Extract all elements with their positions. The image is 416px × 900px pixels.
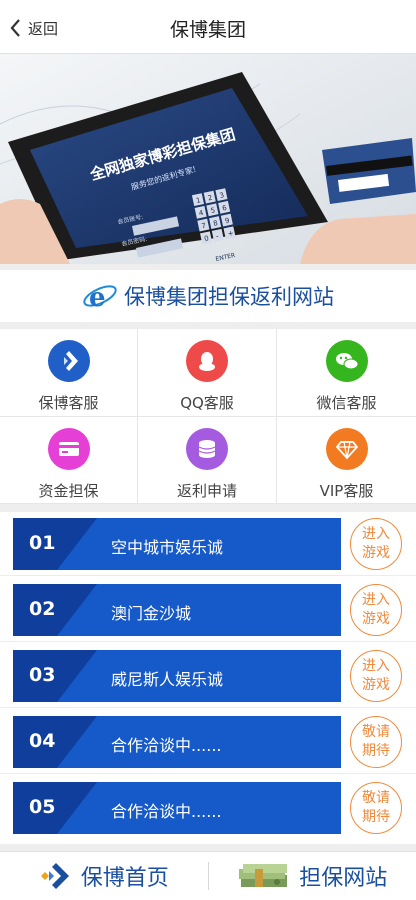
top-bar: 返回 保博集团 xyxy=(0,0,416,54)
bottom-nav: 保博首页 担保网站 xyxy=(0,851,416,900)
service-item[interactable]: 资金担保 xyxy=(0,417,138,504)
site-name: 威尼斯人娱乐诚 xyxy=(111,670,224,689)
site-link[interactable]: 05 合作洽谈中...... xyxy=(13,782,341,834)
site-link[interactable]: 01 空中城市娱乐诚 xyxy=(13,518,341,570)
list-item: 05 合作洽谈中...... 敬请期待 xyxy=(0,776,416,840)
service-icon-circle xyxy=(47,340,90,382)
service-icon-circle xyxy=(325,428,368,470)
diamond-icon xyxy=(335,441,358,460)
service-label: 微信客服 xyxy=(316,394,377,412)
service-item[interactable]: 保博客服 xyxy=(0,329,138,417)
card-icon xyxy=(58,442,79,456)
service-item[interactable]: QQ客服 xyxy=(138,329,277,417)
service-label: 返利申请 xyxy=(176,482,237,500)
list-item: 01 空中城市娱乐诚 进入游戏 xyxy=(0,512,416,576)
cta-label: 进入游戏 xyxy=(362,592,390,627)
qq-icon xyxy=(199,352,215,371)
site-link[interactable]: 03 威尼斯人娱乐诚 xyxy=(13,650,341,702)
svg-text:e: e xyxy=(89,283,106,312)
enter-game-button[interactable]: 进入游戏 xyxy=(350,650,402,702)
enter-game-button[interactable]: 进入游戏 xyxy=(350,584,402,636)
site-name: 澳门金沙城 xyxy=(111,604,192,623)
logo-icon xyxy=(63,351,78,371)
coming-soon-button[interactable]: 敬请期待 xyxy=(350,716,402,768)
money-stack-icon xyxy=(239,864,288,887)
site-name: 合作洽谈中...... xyxy=(111,802,222,821)
logo-icon xyxy=(40,863,69,889)
cta-label: 进入游戏 xyxy=(362,526,390,561)
home-button[interactable]: 保博首页 xyxy=(0,852,208,900)
service-label: 资金担保 xyxy=(38,482,99,500)
cta-label: 敬请期待 xyxy=(362,724,390,759)
banner-image: 全网独家博彩担保集团 服务您的返利专家! 会员账号: 会员密码: 1234567… xyxy=(0,54,416,264)
site-link[interactable]: 02 澳门金沙城 xyxy=(13,584,341,636)
home-label: 保博首页 xyxy=(80,866,169,891)
ie-logo-icon: e xyxy=(83,283,117,312)
service-item[interactable]: 返利申请 xyxy=(138,417,277,504)
site-number: 04 xyxy=(29,730,56,752)
service-icon-circle xyxy=(186,340,228,382)
service-label: VIP客服 xyxy=(319,482,374,500)
brand-bar: e 保博集团担保返利网站 xyxy=(0,270,416,322)
list-item: 02 澳门金沙城 进入游戏 xyxy=(0,578,416,642)
site-link[interactable]: 04 合作洽谈中...... xyxy=(13,716,341,768)
service-icon-circle xyxy=(47,428,90,470)
service-icon-circle xyxy=(186,428,228,470)
site-number: 05 xyxy=(29,796,56,818)
service-label: QQ客服 xyxy=(180,394,234,412)
brand-text: 保博集团担保返利网站 xyxy=(124,285,334,309)
site-list: 01 空中城市娱乐诚 进入游戏 02 澳门金沙城 进入游戏 03 威尼斯人娱乐诚… xyxy=(0,512,416,844)
enter-game-button[interactable]: 进入游戏 xyxy=(350,518,402,570)
site-number: 03 xyxy=(29,664,56,686)
site-number: 02 xyxy=(29,598,56,620)
list-item: 03 威尼斯人娱乐诚 进入游戏 xyxy=(0,644,416,708)
site-number: 01 xyxy=(29,532,56,554)
list-item: 04 合作洽谈中...... 敬请期待 xyxy=(0,710,416,774)
site-name: 合作洽谈中...... xyxy=(111,736,222,755)
cta-label: 进入游戏 xyxy=(362,658,390,693)
coming-soon-button[interactable]: 敬请期待 xyxy=(350,782,402,834)
service-item[interactable]: 微信客服 xyxy=(277,329,416,417)
service-label: 保博客服 xyxy=(38,394,99,412)
service-grid: 保博客服 QQ客服 微信客服 资金担保 返利申请 VIP客服 xyxy=(0,329,416,504)
guarantee-label: 担保网站 xyxy=(299,866,388,891)
wechat-icon xyxy=(335,353,358,370)
cta-label: 敬请期待 xyxy=(362,790,390,825)
page-title: 保博集团 xyxy=(169,19,246,41)
coins-icon xyxy=(198,440,216,458)
service-icon-circle xyxy=(325,340,368,382)
site-name: 空中城市娱乐诚 xyxy=(111,538,224,557)
service-item[interactable]: VIP客服 xyxy=(277,417,416,504)
guarantee-site-button[interactable]: 担保网站 xyxy=(209,852,416,900)
